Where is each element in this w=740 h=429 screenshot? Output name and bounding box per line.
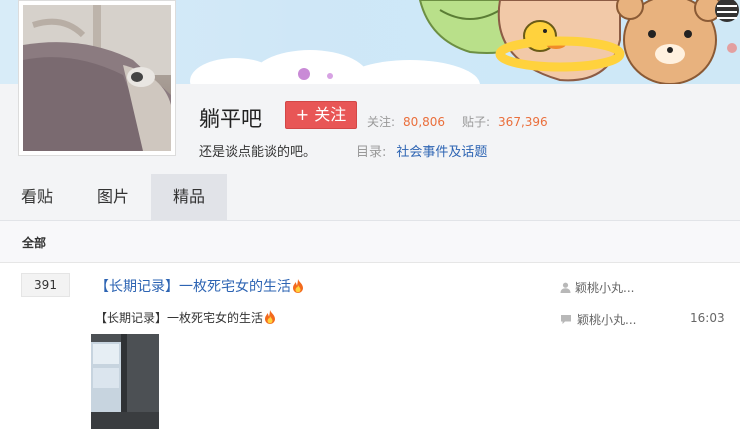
thread-author-name: 颖桃小丸... (575, 281, 635, 295)
last-reply-user: 颖桃小丸... (577, 313, 637, 327)
tab-featured[interactable]: 精品 (151, 174, 227, 220)
posts-stat-label: 贴子: (462, 115, 491, 129)
filter-all[interactable]: 全部 (22, 234, 46, 251)
fire-icon (265, 310, 276, 324)
thread-title-text: 【长期记录】一枚死宅女的生活 (95, 279, 291, 295)
follow-stat: 关注: 80,806 (367, 113, 445, 130)
forum-name: 躺平吧 (199, 107, 262, 131)
forum-avatar-frame (18, 0, 176, 156)
avatar-photo (23, 5, 171, 151)
thread-title-link[interactable]: 【长期记录】一枚死宅女的生活 (95, 276, 304, 296)
thread-abstract-text: 【长期记录】一枚死宅女的生活 (95, 311, 264, 325)
follow-button[interactable]: + 关注 (285, 101, 357, 129)
directory-label: 目录: (356, 145, 387, 160)
thread-thumbnail[interactable] (91, 334, 159, 429)
last-reply-time: 16:03 (690, 311, 725, 325)
thread-author[interactable]: 颖桃小丸... (560, 279, 634, 296)
posts-count: 367,396 (498, 115, 548, 129)
follow-count: 80,806 (403, 115, 446, 129)
category-filter-bar: 全部 (0, 221, 740, 263)
comment-icon (561, 315, 571, 324)
reply-count-badge: 391 (21, 273, 70, 297)
posts-stat: 贴子: 367,396 (462, 113, 548, 130)
forum-tabs: 看贴 图片 精品 (0, 174, 740, 221)
thread-last-reply[interactable]: 颖桃小丸... (560, 311, 636, 328)
user-icon (560, 282, 571, 293)
tab-posts[interactable]: 看贴 (0, 174, 74, 220)
forum-directory: 目录: 社会事件及话题 (356, 141, 487, 160)
tab-images[interactable]: 图片 (76, 174, 150, 220)
directory-link[interactable]: 社会事件及话题 (396, 145, 487, 160)
forum-slogan: 还是谈点能谈的吧。 (199, 145, 317, 160)
fire-icon (293, 279, 303, 293)
forum-avatar (23, 5, 171, 151)
thumbnail-photo (91, 334, 159, 429)
follow-stat-label: 关注: (367, 115, 396, 129)
thread-abstract: 【长期记录】一枚死宅女的生活 (95, 309, 276, 326)
